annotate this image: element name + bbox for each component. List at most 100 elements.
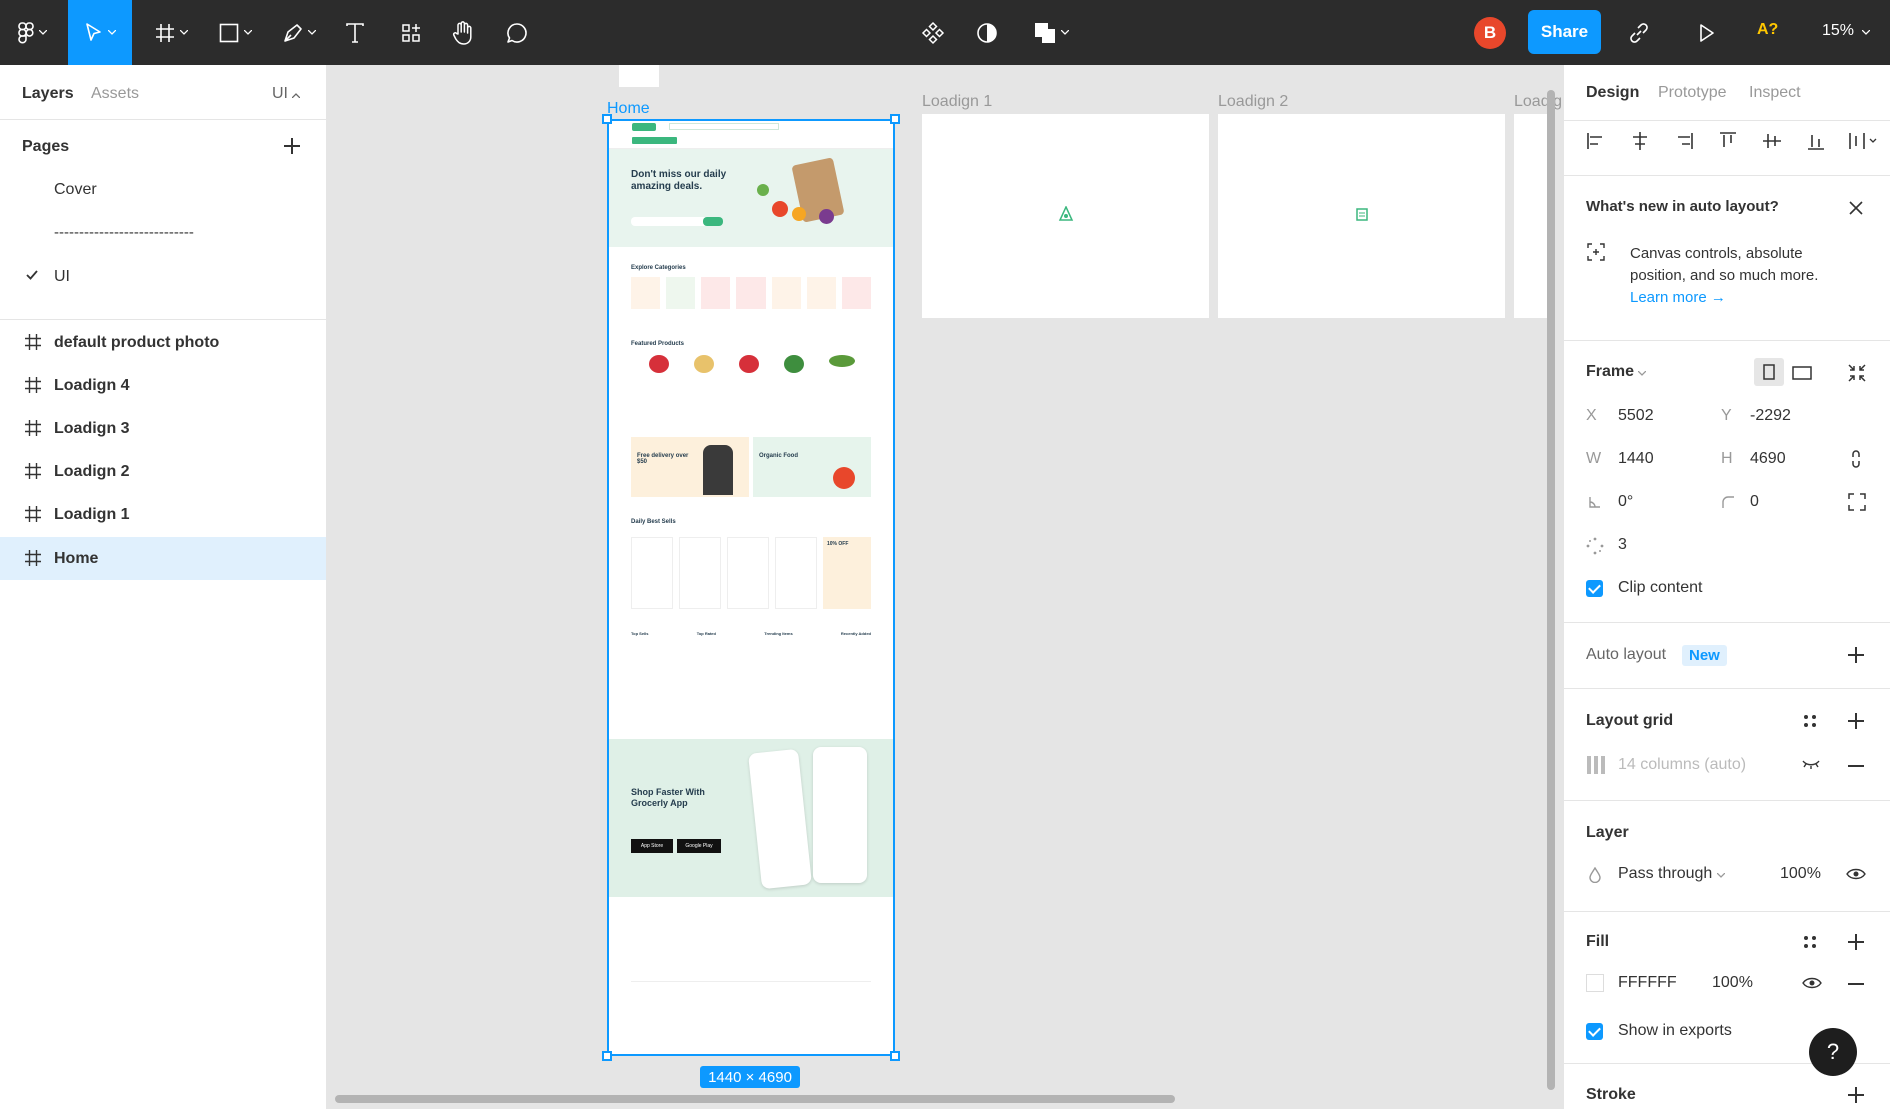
resize-to-fit-icon[interactable] <box>1848 364 1866 382</box>
add-auto-layout-icon[interactable] <box>1848 647 1864 663</box>
page-item-separator[interactable]: ---------------------------- <box>54 224 194 241</box>
boolean-ops-button[interactable] <box>1026 0 1076 65</box>
frame-label-home[interactable]: Home <box>607 100 650 118</box>
align-horizontal-center-icon[interactable] <box>1630 131 1650 151</box>
remove-grid-icon[interactable] <box>1848 765 1864 767</box>
checkmark-icon <box>26 270 38 280</box>
page-item-ui[interactable]: UI <box>54 268 70 286</box>
fill-color-swatch[interactable] <box>1586 974 1604 992</box>
chevron-down-icon <box>1862 29 1871 35</box>
toolbar: B Share A? 15% <box>0 0 1890 65</box>
copy-link-button[interactable] <box>1622 0 1656 65</box>
layer-item-loadign-2[interactable]: Loadign 2 <box>0 450 326 493</box>
align-vertical-center-icon[interactable] <box>1762 131 1782 151</box>
help-button[interactable]: ? <box>1809 1028 1857 1076</box>
add-stroke-icon[interactable] <box>1848 1087 1864 1103</box>
learn-more-link[interactable]: Learn more → <box>1630 287 1818 309</box>
eye-icon[interactable] <box>1802 977 1822 989</box>
move-tool-button[interactable] <box>68 0 132 65</box>
tab-layers[interactable]: Layers <box>22 85 74 103</box>
zoom-dropdown[interactable]: 15% <box>1822 22 1871 40</box>
clip-content-checkbox[interactable] <box>1586 580 1603 597</box>
landscape-icon[interactable] <box>1792 366 1812 380</box>
chevron-down-icon <box>38 30 47 35</box>
h-input[interactable]: 4690 <box>1750 450 1786 468</box>
page-selector[interactable]: UI <box>272 85 301 103</box>
fill-opacity-input[interactable]: 100% <box>1712 974 1753 992</box>
tab-inspect[interactable]: Inspect <box>1749 84 1801 102</box>
user-avatar[interactable]: B <box>1474 17 1506 49</box>
chevron-down-icon <box>107 30 116 35</box>
figma-menu-button[interactable] <box>8 0 56 65</box>
independent-corners-icon[interactable] <box>1848 493 1866 511</box>
layer-item-home[interactable]: Home <box>0 537 326 580</box>
resize-handle[interactable] <box>890 1051 900 1061</box>
x-input[interactable]: 5502 <box>1618 407 1654 425</box>
h-label: H <box>1721 450 1733 467</box>
hand-tool-button[interactable] <box>446 0 480 65</box>
w-input[interactable]: 1440 <box>1618 450 1654 468</box>
present-button[interactable] <box>1690 0 1724 65</box>
frame-loadign-1[interactable] <box>922 114 1209 318</box>
frame-tool-button[interactable] <box>146 0 196 65</box>
resize-handle[interactable] <box>890 114 900 124</box>
frame-label-loadign-2[interactable]: Loadign 2 <box>1218 93 1288 111</box>
remove-fill-icon[interactable] <box>1848 983 1864 985</box>
tab-design[interactable]: Design <box>1586 84 1639 102</box>
vertical-scrollbar[interactable] <box>1547 90 1555 1090</box>
y-input[interactable]: -2292 <box>1750 407 1791 425</box>
layer-item-loadign-4[interactable]: Loadign 4 <box>0 364 326 407</box>
portrait-toggle[interactable] <box>1754 358 1784 386</box>
grid-styles-icon[interactable] <box>1803 714 1817 728</box>
close-icon[interactable] <box>1848 200 1864 216</box>
frame-dropdown[interactable]: Frame <box>1586 363 1647 381</box>
layer-item-loadign-3[interactable]: Loadign 3 <box>0 407 326 450</box>
align-top-icon[interactable] <box>1718 131 1738 151</box>
align-bottom-icon[interactable] <box>1806 131 1826 151</box>
fill-hex-input[interactable]: FFFFFF <box>1618 974 1677 992</box>
add-page-icon[interactable] <box>284 138 300 154</box>
corner-radius-input[interactable]: 0 <box>1750 493 1759 511</box>
components-button[interactable] <box>916 0 950 65</box>
page-item-cover[interactable]: Cover <box>54 181 97 199</box>
align-left-icon[interactable] <box>1586 131 1606 151</box>
frame-label-loadign-1[interactable]: Loadign 1 <box>922 93 992 111</box>
eye-closed-icon[interactable] <box>1802 758 1820 770</box>
columns-grid-icon[interactable] <box>1586 756 1606 774</box>
comment-tool-button[interactable] <box>500 0 534 65</box>
tab-prototype[interactable]: Prototype <box>1658 84 1726 102</box>
pen-tool-button[interactable] <box>274 0 324 65</box>
add-layout-grid-icon[interactable] <box>1848 713 1864 729</box>
tab-assets[interactable]: Assets <box>91 85 139 103</box>
layer-label: Loadign 2 <box>54 462 130 480</box>
resources-button[interactable] <box>394 0 428 65</box>
show-in-exports-checkbox[interactable] <box>1586 1023 1603 1040</box>
horizontal-scrollbar[interactable] <box>335 1095 1175 1103</box>
new-badge: New <box>1682 645 1727 666</box>
distribute-icon[interactable] <box>1848 131 1880 151</box>
eye-icon[interactable] <box>1846 868 1866 880</box>
add-fill-icon[interactable] <box>1848 934 1864 950</box>
resize-handle[interactable] <box>602 114 612 124</box>
share-button[interactable]: Share <box>1528 10 1601 54</box>
mask-button[interactable] <box>970 0 1004 65</box>
spacing-input[interactable]: 3 <box>1618 536 1627 554</box>
page-selector-label: UI <box>272 85 288 102</box>
fill-styles-icon[interactable] <box>1803 935 1817 949</box>
link-icon <box>1630 22 1648 43</box>
align-right-icon[interactable] <box>1674 131 1694 151</box>
divider <box>1564 800 1890 801</box>
layer-opacity-input[interactable]: 100% <box>1780 865 1821 883</box>
layer-item-loadign-1[interactable]: Loadign 1 <box>0 493 326 536</box>
layer-item-default-product-photo[interactable]: default product photo <box>0 321 326 364</box>
accessibility-check-button[interactable]: A? <box>1757 21 1778 39</box>
blend-mode-dropdown[interactable]: Pass through <box>1618 865 1726 883</box>
chevron-down-icon <box>243 30 252 35</box>
frame-loadign-2[interactable] <box>1218 114 1505 318</box>
resize-handle[interactable] <box>602 1051 612 1061</box>
constrain-proportions-icon[interactable] <box>1850 449 1862 469</box>
text-tool-button[interactable] <box>338 0 372 65</box>
rotation-input[interactable]: 0° <box>1618 493 1633 511</box>
grid-settings-label[interactable]: 14 columns (auto) <box>1618 756 1746 774</box>
shape-tool-button[interactable] <box>210 0 260 65</box>
